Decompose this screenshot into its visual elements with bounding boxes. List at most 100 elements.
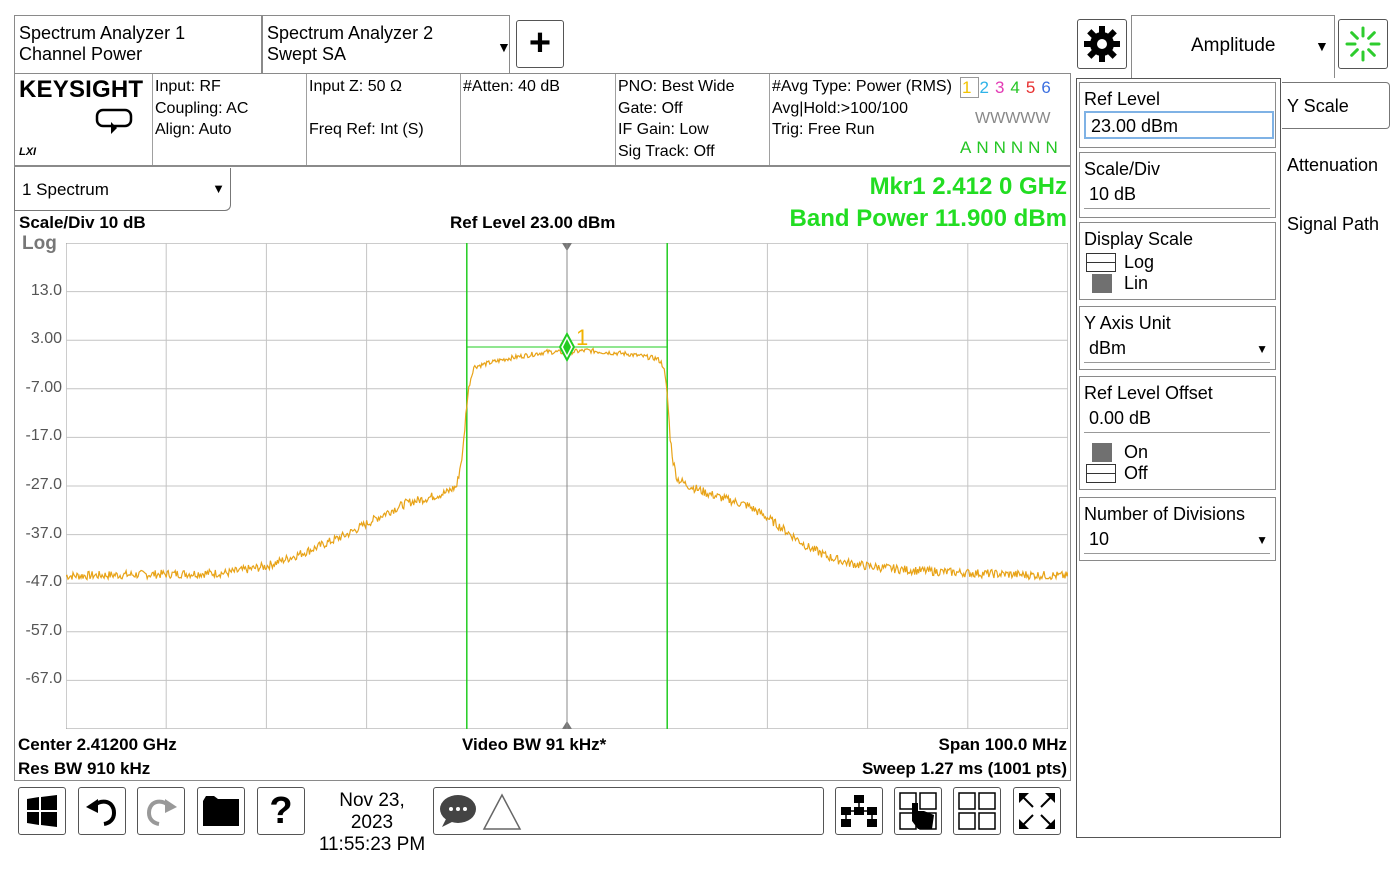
redo-button[interactable] (137, 787, 185, 835)
ref-level-label: Ref Level (1084, 89, 1161, 109)
ref-offset-input[interactable]: 0.00 dB (1084, 405, 1270, 433)
y-tick-label: -57.0 (25, 621, 62, 639)
blank-text (309, 98, 460, 119)
trace-1-indicator[interactable]: 1 (960, 77, 980, 98)
undo-button[interactable] (78, 787, 126, 835)
log-scale-label: Log (22, 233, 57, 254)
help-button[interactable]: ? (257, 787, 305, 835)
signal-path-tab[interactable]: Signal Path (1282, 201, 1390, 248)
trace-2-indicator[interactable]: 2 (979, 78, 994, 97)
redo-icon (146, 799, 177, 826)
marker-readout: Mkr1 2.412 0 GHz (869, 173, 1067, 200)
tab-1-title: Spectrum Analyzer 1 (19, 23, 186, 43)
window-selector[interactable]: 1 Spectrum ▼ (14, 168, 231, 211)
atten-settings[interactable]: #Atten: 40 dB (460, 74, 615, 165)
trace-4-indicator[interactable]: 4 (1010, 78, 1025, 97)
y-axis-unit-select[interactable]: dBm ▼ (1084, 335, 1270, 363)
tab-1-subtitle: Channel Power (19, 44, 143, 64)
date-time-display: Nov 23, 2023 11:55:23 PM (316, 790, 428, 856)
ref-level-offset-control[interactable]: Ref Level Offset 0.00 dB On Off (1079, 376, 1276, 490)
trace-6-indicator[interactable]: 6 (1041, 78, 1056, 97)
res-bw-annotation: Res BW 910 kHz (18, 759, 151, 778)
if-gain-text: IF Gain: Low (618, 121, 709, 138)
off-option-label: Off (1124, 463, 1148, 483)
tab-2-subtitle: Swept SA (267, 44, 347, 64)
touch-hand-icon (899, 792, 937, 830)
file-explorer-button[interactable] (197, 787, 245, 835)
align-text: Align: Auto (155, 121, 232, 138)
maximize-button[interactable] (1013, 787, 1061, 835)
y-tick-label: 3.00 (30, 330, 62, 348)
grid-layout-icon (958, 792, 996, 830)
trace-3-indicator[interactable]: 3 (995, 78, 1010, 97)
message-bar[interactable] (433, 787, 824, 835)
video-bw-annotation: Video BW 91 kHz* (462, 735, 607, 754)
tree-layout-icon (841, 795, 877, 827)
tab-spectrum-analyzer-2[interactable]: Spectrum Analyzer 2 Swept SA ▼ (262, 15, 511, 73)
amplitude-menu-tab[interactable]: Amplitude ▼ (1131, 15, 1335, 78)
scale-div-label: Scale/Div (1084, 159, 1161, 179)
multiscreen-button[interactable] (835, 787, 883, 835)
bw-settings[interactable]: PNO: Best Wide Gate: Off IF Gain: Low Si… (615, 74, 769, 165)
num-divisions-control[interactable]: Number of Divisions 10 ▼ (1079, 497, 1276, 561)
date-text: Nov 23, 2023 (339, 790, 405, 833)
num-div-select[interactable]: 10 ▼ (1084, 526, 1270, 554)
gate-text: Gate: Off (618, 99, 683, 117)
attenuation-tab[interactable]: Attenuation (1282, 142, 1390, 189)
y-axis-unit-control[interactable]: Y Axis Unit dBm ▼ (1079, 306, 1276, 370)
time-text: 11:55:23 PM (318, 834, 426, 855)
scale-div-input[interactable]: 10 dB (1084, 181, 1270, 209)
windows-icon (27, 795, 57, 827)
off-toggle-icon (1086, 464, 1116, 483)
touch-mode-button[interactable] (894, 787, 942, 835)
local-remote-icon[interactable] (95, 108, 135, 141)
trace-5-indicator[interactable]: 5 (1026, 78, 1041, 97)
band-power-readout: Band Power 11.900 dBm (789, 205, 1067, 232)
spectrum-plot[interactable]: 1 (66, 243, 1068, 729)
marker-1-label: 1 (576, 325, 588, 350)
pno-text: PNO: Best Wide (618, 78, 735, 95)
windows-start-button[interactable] (18, 787, 66, 835)
add-screen-button[interactable]: + (516, 20, 564, 68)
lin-option-label: Lin (1124, 273, 1149, 293)
tab-2-title: Spectrum Analyzer 2 (267, 23, 434, 43)
input-settings[interactable]: Input: RF Coupling: AC Align: Auto (152, 74, 306, 165)
atten-text: #Atten: 40 dB (463, 78, 560, 95)
input-z-text: Input Z: 50 Ω (309, 78, 402, 95)
scale-div-control[interactable]: Scale/Div 10 dB (1079, 152, 1276, 218)
settings-button[interactable] (1077, 19, 1127, 69)
lin-toggle-icon (1092, 274, 1112, 293)
amplitude-tab-label: Amplitude (1191, 35, 1276, 56)
scale-div-annotation: Scale/Div 10 dB (19, 213, 146, 232)
input-text: Input: RF (155, 78, 221, 95)
tab-spectrum-analyzer-1[interactable]: Spectrum Analyzer 1 Channel Power (14, 15, 262, 73)
on-option-label: On (1124, 442, 1149, 462)
ref-level-input[interactable]: 23.00 dBm (1084, 111, 1274, 139)
log-option-label: Log (1124, 252, 1155, 272)
settings-info-bar: KEYSIGHT LXI Input: RF Coupling: AC Alig… (14, 73, 1071, 166)
trace-indicators[interactable]: 1 23456 (960, 77, 1057, 98)
trace-modes: ANNNNN (960, 138, 1063, 157)
num-div-label: Number of Divisions (1084, 504, 1246, 524)
window-layout-button[interactable] (953, 787, 1001, 835)
on-toggle-icon (1092, 443, 1112, 462)
num-div-value: 10 (1089, 529, 1110, 549)
y-tick-label: -47.0 (25, 573, 62, 591)
avg-settings[interactable]: #Avg Type: Power (RMS) Avg|Hold:>100/100… (769, 74, 959, 165)
help-icon: ? (269, 789, 293, 832)
y-axis-unit-dropdown-icon: ▼ (1256, 342, 1268, 356)
lxi-logo: LXI (19, 146, 37, 158)
trig-text: Trig: Free Run (772, 121, 875, 138)
ref-level-control[interactable]: Ref Level 23.00 dBm (1079, 82, 1276, 148)
log-toggle-icon (1086, 253, 1116, 272)
y-tick-label: 13.0 (30, 281, 62, 299)
tab-dropdown-icon[interactable]: ▼ (497, 37, 511, 58)
window-selector-arrow-icon: ▼ (212, 181, 225, 196)
display-scale-control[interactable]: Display Scale Log Lin (1079, 222, 1276, 300)
input-z-settings[interactable]: Input Z: 50 Ω Freq Ref: Int (S) (306, 74, 460, 165)
y-tick-label: -7.00 (25, 378, 62, 396)
keysight-logo: KEYSIGHT (19, 76, 144, 103)
gear-icon (1084, 26, 1120, 62)
y-scale-tab[interactable]: Y Scale (1282, 82, 1390, 129)
message-icon (440, 795, 476, 827)
